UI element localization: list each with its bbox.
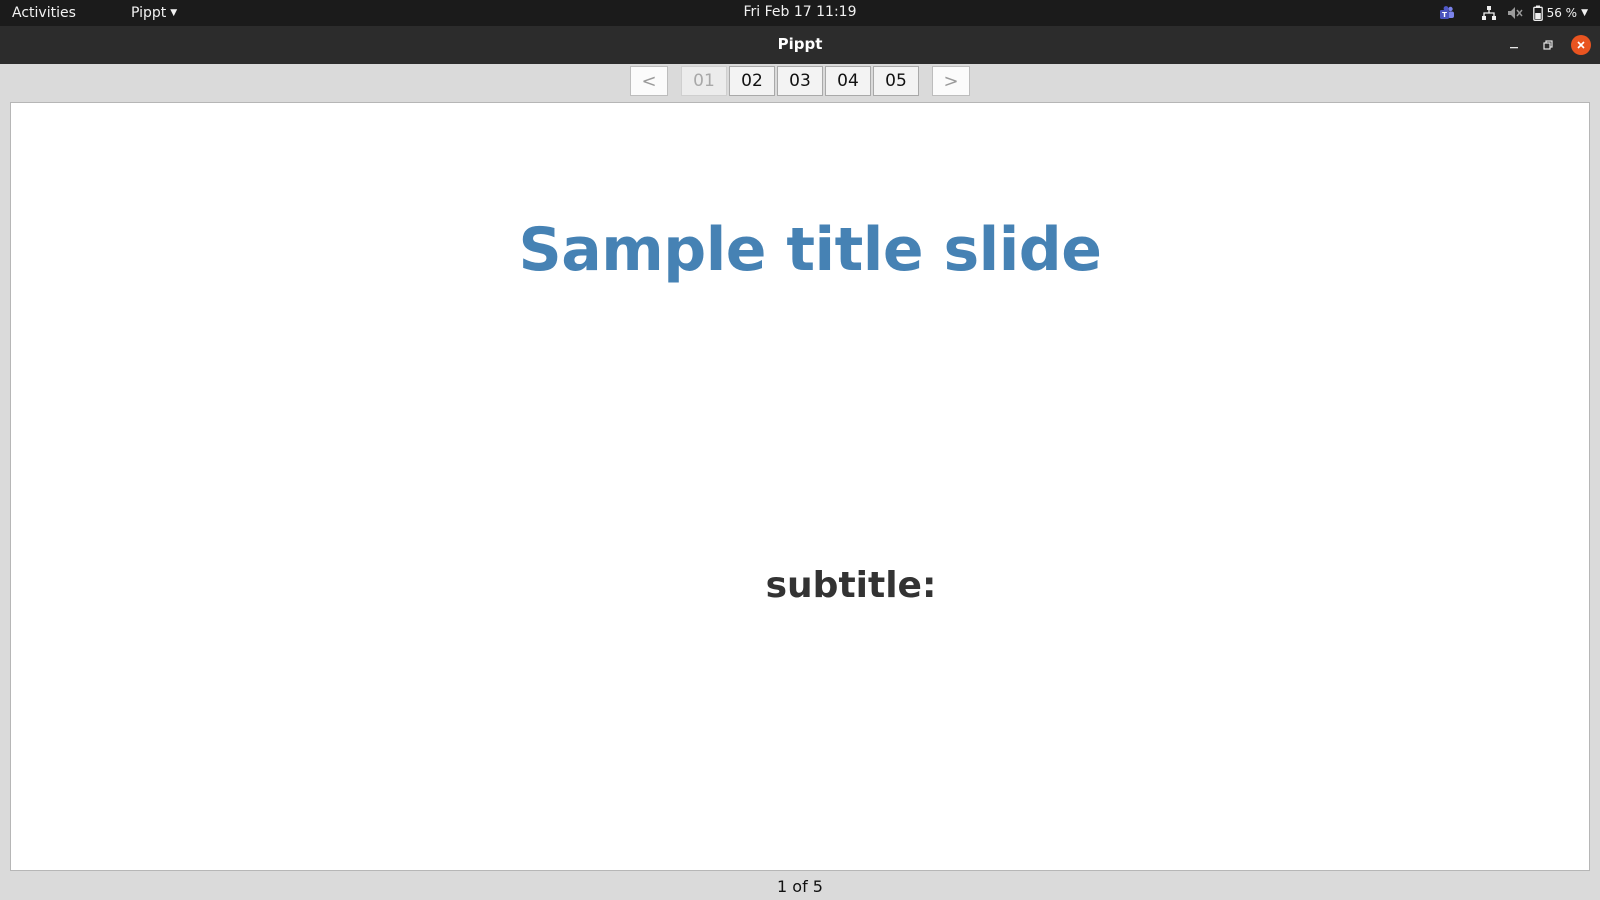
- app-menu-label: Pippt: [131, 5, 167, 21]
- clock[interactable]: Fri Feb 17 11:19: [744, 4, 857, 20]
- window-title: Pippt: [777, 35, 823, 53]
- window-title-bar[interactable]: Pippt: [0, 26, 1600, 64]
- teams-icon[interactable]: T: [1439, 3, 1455, 23]
- network-icon: [1481, 3, 1497, 23]
- activities-button[interactable]: Activities: [12, 5, 76, 21]
- battery-icon: [1532, 3, 1543, 23]
- close-icon: [1577, 41, 1585, 49]
- page-button-04[interactable]: 04: [825, 66, 871, 96]
- chevron-down-icon: ▼: [1581, 8, 1588, 18]
- page-button-03[interactable]: 03: [777, 66, 823, 96]
- minimize-icon: [1510, 47, 1518, 49]
- minimize-button[interactable]: [1504, 35, 1524, 55]
- clock-container: Fri Feb 17 11:19: [0, 4, 1600, 20]
- previous-slide-button[interactable]: <: [630, 66, 668, 96]
- page-button-02[interactable]: 02: [729, 66, 775, 96]
- maximize-button[interactable]: [1538, 35, 1558, 55]
- app-menu-button[interactable]: Pippt ▼: [131, 5, 177, 21]
- slide-subtitle: subtitle:: [765, 565, 937, 606]
- slide-title: Sample title slide: [518, 215, 1102, 285]
- slide-canvas: Sample title slide subtitle:: [10, 102, 1590, 871]
- page-button-05[interactable]: 05: [873, 66, 919, 96]
- page-button-01[interactable]: 01: [681, 66, 727, 96]
- svg-text:T: T: [1442, 11, 1447, 19]
- system-top-bar: Activities Pippt ▼ Fri Feb 17 11:19 T 56…: [0, 0, 1600, 26]
- close-button[interactable]: [1571, 35, 1591, 55]
- volume-muted-icon: [1507, 3, 1523, 23]
- system-tray[interactable]: T 56 % ▼: [1439, 3, 1588, 23]
- next-slide-button[interactable]: >: [932, 66, 970, 96]
- page-indicator: 1 of 5: [777, 877, 823, 896]
- slide-navigation-bar: < 01 02 03 04 05 >: [0, 64, 1600, 102]
- restore-icon: [1543, 40, 1553, 50]
- battery-percentage: 56 %: [1546, 6, 1578, 20]
- chevron-down-icon: ▼: [170, 8, 178, 18]
